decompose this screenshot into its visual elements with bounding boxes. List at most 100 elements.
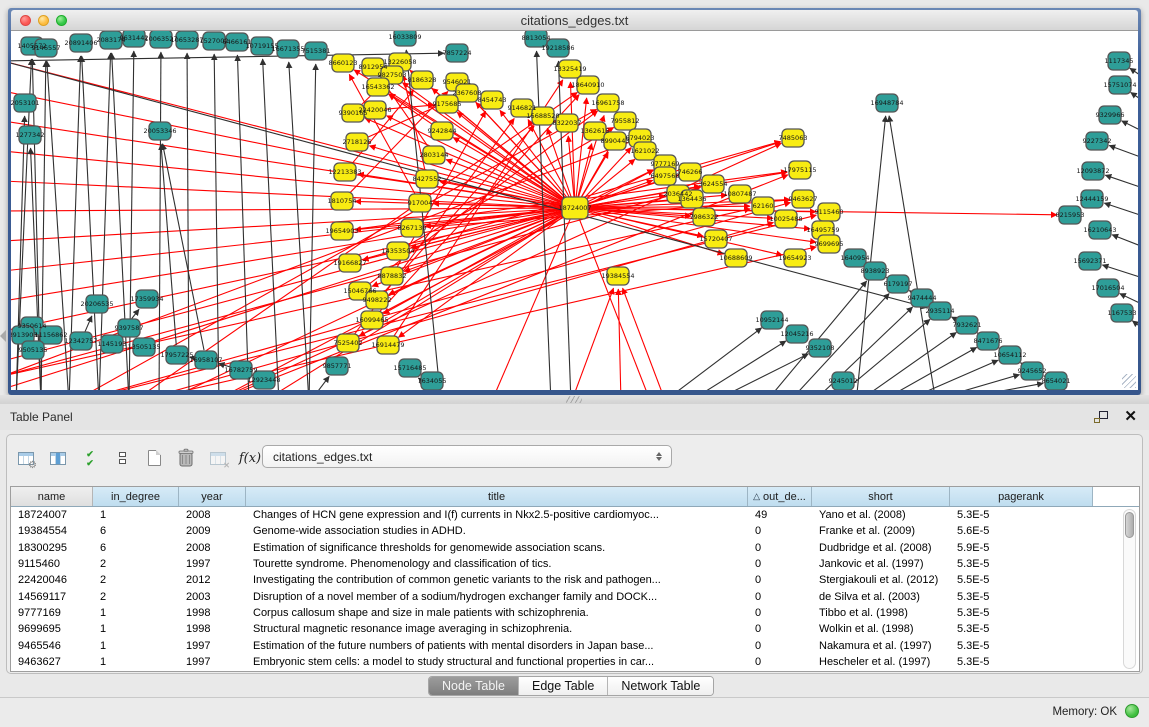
table-cell[interactable]: 1 [93,640,179,652]
table-cell[interactable]: 2008 [179,509,246,521]
table-cell[interactable]: 2012 [179,574,246,586]
table-cell[interactable]: Jankovic et al. (1997) [812,558,950,570]
table-cell[interactable]: 22420046 [11,574,93,586]
show-columns-button[interactable] [45,445,71,471]
table-cell[interactable]: Wolkin et al. (1998) [812,623,950,635]
table-row[interactable]: 1938455462009Genome-wide association stu… [11,523,1139,539]
table-cell[interactable]: Embryonic stem cells: a model to study s… [246,656,748,668]
table-cell[interactable]: 18724007 [11,509,93,521]
memory-status-icon[interactable] [1125,704,1139,718]
table-cell[interactable]: 1 [93,607,179,619]
table-row[interactable]: 911546021997Tourette syndrome. Phenomeno… [11,556,1139,572]
network-table-select[interactable]: citations_edges.txt [262,445,672,468]
table-cell[interactable]: 5.9E-5 [950,542,1093,554]
table-row[interactable]: 2242004622012Investigating the contribut… [11,572,1139,588]
column-header-short[interactable]: short [812,487,950,506]
table-cell[interactable]: 2008 [179,542,246,554]
create-column-button[interactable] [141,445,167,471]
table-row[interactable]: 1872400712008Changes of HCN gene express… [11,507,1139,523]
table-cell[interactable]: Investigating the contribution of common… [246,574,748,586]
table-cell[interactable]: 5.3E-5 [950,623,1093,635]
table-cell[interactable]: 1 [93,509,179,521]
column-header-year[interactable]: year [179,487,246,506]
table-cell[interactable]: 5.3E-5 [950,607,1093,619]
table-cell[interactable]: 9777169 [11,607,93,619]
table-cell[interactable]: Structural magnetic resonance image aver… [246,623,748,635]
table-mode-button[interactable]: ⚙ [13,445,39,471]
table-cell[interactable]: Estimation of significance thresholds fo… [246,542,748,554]
table-cell[interactable]: 0 [748,542,812,554]
table-row[interactable]: 1830029562008Estimation of significance … [11,540,1139,556]
table-cell[interactable]: 5.3E-5 [950,640,1093,652]
table-cell[interactable]: 2 [93,591,179,603]
table-cell[interactable]: 2003 [179,591,246,603]
table-cell[interactable]: 1998 [179,607,246,619]
table-cell[interactable]: 5.5E-5 [950,574,1093,586]
table-cell[interactable]: Changes of HCN gene expression and I(f) … [246,509,748,521]
table-cell[interactable]: 2 [93,558,179,570]
table-cell[interactable]: 0 [748,656,812,668]
table-cell[interactable]: 2 [93,574,179,586]
function-builder-button[interactable]: f(x) [237,445,263,471]
table-cell[interactable]: 0 [748,607,812,619]
table-row[interactable]: 946362711997Embryonic stem cells: a mode… [11,654,1139,670]
table-cell[interactable]: Hescheler et al. (1997) [812,656,950,668]
table-cell[interactable]: Nakamura et al. (1997) [812,640,950,652]
column-header-name[interactable]: name [11,487,93,506]
table-cell[interactable]: 18300295 [11,542,93,554]
table-cell[interactable]: de Silva et al. (2003) [812,591,950,603]
table-cell[interactable]: 1997 [179,640,246,652]
table-cell[interactable]: 0 [748,558,812,570]
table-cell[interactable]: 1997 [179,656,246,668]
table-cell[interactable]: Genome-wide association studies in ADHD. [246,525,748,537]
table-cell[interactable]: 0 [748,623,812,635]
column-header-in_degree[interactable]: in_degree [93,487,179,506]
table-cell[interactable]: Disruption of a novel member of a sodium… [246,591,748,603]
window-titlebar[interactable]: citations_edges.txt [11,10,1138,31]
network-canvas[interactable]: 1872400714055729146557208914062083174963… [11,31,1138,390]
splitter-handle-icon[interactable] [566,396,582,403]
close-panel-icon[interactable]: ✕ [1124,410,1137,424]
table-cell[interactable]: 5.3E-5 [950,558,1093,570]
table-cell[interactable]: 1 [93,623,179,635]
delete-column-button[interactable] [173,445,199,471]
table-cell[interactable]: 5.3E-5 [950,591,1093,603]
select-columns-button[interactable]: ✔✔ [77,445,103,471]
table-cell[interactable]: 0 [748,525,812,537]
horizontal-splitter[interactable] [0,395,1149,404]
column-header-title[interactable]: title [246,487,748,506]
table-row[interactable]: 1456911722003Disruption of a novel membe… [11,588,1139,604]
tab-edge-table[interactable]: Edge Table [519,677,608,695]
table-cell[interactable]: Franke et al. (2009) [812,525,950,537]
table-cell[interactable]: 1997 [179,558,246,570]
table-cell[interactable]: 9115460 [11,558,93,570]
table-cell[interactable]: Tibbo et al. (1998) [812,607,950,619]
row-height-button[interactable] [109,445,135,471]
table-cell[interactable]: 0 [748,574,812,586]
table-cell[interactable]: 1998 [179,623,246,635]
resize-grip-icon[interactable] [1122,374,1136,388]
scrollbar-thumb[interactable] [1125,512,1134,538]
table-cell[interactable]: 19384554 [11,525,93,537]
table-cell[interactable]: 1 [93,656,179,668]
tab-network-table[interactable]: Network Table [608,677,713,695]
table-row[interactable]: 969969511998Structural magnetic resonanc… [11,621,1139,637]
table-cell[interactable]: 5.3E-5 [950,509,1093,521]
table-cell[interactable]: 5.6E-5 [950,525,1093,537]
vertical-scrollbar[interactable] [1123,509,1136,669]
table-cell[interactable]: Estimation of the future numbers of pati… [246,640,748,652]
table-cell[interactable]: Dudbridge et al. (2008) [812,542,950,554]
table-cell[interactable]: 14569117 [11,591,93,603]
float-panel-icon[interactable] [1094,411,1108,423]
table-cell[interactable]: 9699695 [11,623,93,635]
table-cell[interactable]: Corpus callosum shape and size in male p… [246,607,748,619]
column-header-out_de[interactable]: △out_de... [748,487,812,506]
table-cell[interactable]: 9463627 [11,656,93,668]
table-cell[interactable]: 2009 [179,525,246,537]
table-cell[interactable]: 9465546 [11,640,93,652]
column-header-pagerank[interactable]: pagerank [950,487,1093,506]
tab-node-table[interactable]: Node Table [429,677,519,695]
table-cell[interactable]: Yano et al. (2008) [812,509,950,521]
table-cell[interactable]: 49 [748,509,812,521]
table-cell[interactable]: 0 [748,640,812,652]
